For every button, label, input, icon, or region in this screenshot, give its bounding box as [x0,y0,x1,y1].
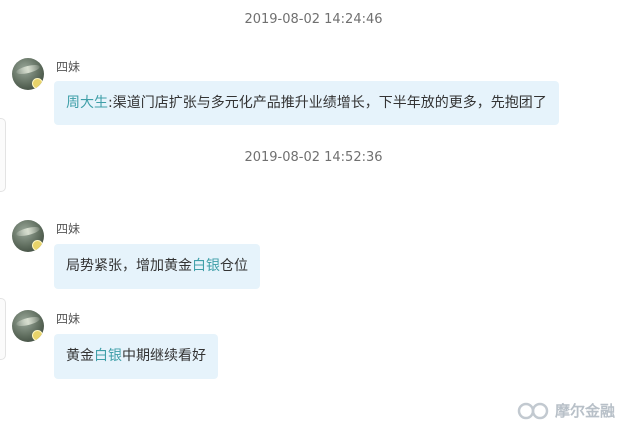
scroll-edge-marker [0,298,6,360]
message-text: 中期继续看好 [122,348,206,364]
message-bubble: 周大生:渠道门店扩张与多元化产品推升业绩增长，下半年放的更多，先抱团了 [54,81,559,125]
message-text: 仓位 [220,258,248,274]
message-text: 黄金 [66,348,94,364]
message-text: 局势紧张，增加黄金 [66,258,192,274]
avatar-image [15,225,41,238]
sender-name: 四妹 [56,312,81,326]
avatar[interactable] [12,220,44,252]
vip-badge-icon [32,78,43,89]
message-bubble: 局势紧张，增加黄金白银仓位 [54,244,260,289]
timestamp: 2019-08-02 14:24:46 [244,12,383,27]
message-bubble: 黄金白银中期继续看好 [54,334,218,379]
logo-icon [517,402,549,419]
sender-name: 四妹 [56,222,81,236]
avatar-image [15,315,41,328]
sender-name: 四妹 [56,60,81,74]
stock-tag[interactable]: 白银 [192,258,220,274]
message-text: :渠道门店扩张与多元化产品推升业绩增长，下半年放的更多，先抱团了 [108,95,547,111]
stock-tag[interactable]: 白银 [94,348,122,364]
stock-tag[interactable]: 周大生 [66,95,108,111]
avatar[interactable] [12,310,44,342]
watermark: 摩尔金融 [516,400,615,421]
watermark-text: 摩尔金融 [554,402,615,420]
vip-badge-icon [32,330,43,341]
vip-badge-icon [32,240,43,251]
avatar-image [15,63,41,76]
avatar[interactable] [12,58,44,90]
timestamp: 2019-08-02 14:52:36 [244,150,383,165]
